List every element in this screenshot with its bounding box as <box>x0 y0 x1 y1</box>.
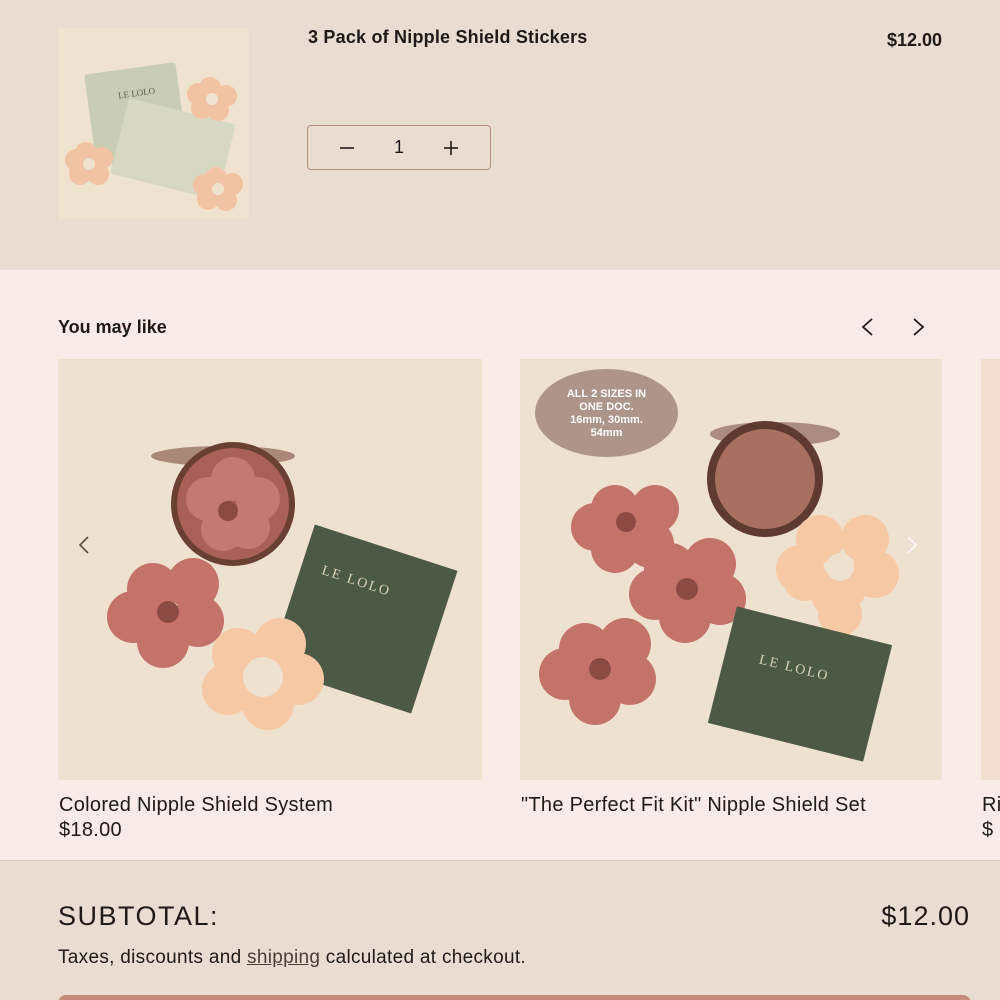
product-image[interactable] <box>981 359 1000 780</box>
product-name[interactable]: Colored Nipple Shield System <box>59 791 333 819</box>
product-name[interactable]: "The Perfect Fit Kit" Nipple Shield Set <box>521 791 941 819</box>
product-card[interactable]: Ri $ <box>981 359 1000 841</box>
plus-icon <box>443 140 458 155</box>
product-thumbnail[interactable]: LE LOLO <box>58 28 249 219</box>
product-image[interactable]: LE LOLO <box>58 359 482 780</box>
shipping-link[interactable]: shipping <box>247 947 320 968</box>
product-badge: ALL 2 SIZES IN ONE DOC. 16mm, 30mm. 54mm <box>535 369 678 457</box>
checkout-button[interactable] <box>58 995 971 1000</box>
subtotal-value: $12.00 <box>881 901 970 931</box>
product-card[interactable]: LE LOLO ALL 2 SIZES IN ONE DOC. 16mm, 30… <box>520 359 942 816</box>
product-card[interactable]: LE LOLO Colored Nipple Shield System $18… <box>58 359 482 841</box>
tax-note: Taxes, discounts and shipping calculated… <box>58 947 526 969</box>
chevron-left-icon <box>861 318 873 336</box>
tax-note-text: calculated at checkout. <box>320 947 526 968</box>
badge-line: ONE DOC. <box>579 401 634 413</box>
decrease-quantity-button[interactable] <box>336 137 358 159</box>
minus-icon <box>340 146 354 149</box>
recommendations-section: You may like LE LOLO Colored Nipple Shie… <box>0 270 1000 860</box>
product-photo <box>58 359 482 780</box>
subtotal-label: SUBTOTAL: <box>58 901 220 931</box>
badge-line: ALL 2 SIZES IN <box>566 388 647 400</box>
cart-item-price: $12.00 <box>886 30 942 50</box>
quantity-stepper: 1 <box>307 125 491 170</box>
image-next-icon[interactable] <box>900 533 924 557</box>
product-image[interactable]: LE LOLO ALL 2 SIZES IN ONE DOC. 16mm, 30… <box>520 359 942 780</box>
chevron-right-icon <box>913 318 925 336</box>
increase-quantity-button[interactable] <box>440 137 462 159</box>
badge-line: 16mm, 30mm. <box>570 414 643 426</box>
product-name[interactable]: Ri <box>982 791 1000 819</box>
carousel-previous-button[interactable] <box>856 315 880 339</box>
recommendations-title: You may like <box>58 317 167 337</box>
carousel-next-button[interactable] <box>906 315 930 339</box>
badge-line: 54mm <box>590 427 623 439</box>
product-price: $ <box>982 819 994 841</box>
quantity-value[interactable]: 1 <box>394 137 404 158</box>
product-thumbnail-image <box>58 28 249 219</box>
product-price: $18.00 <box>59 819 122 841</box>
cart-line-item: LE LOLO 3 Pack of Nipple Shield Stickers… <box>0 0 1000 270</box>
cart-summary: SUBTOTAL: $12.00 Taxes, discounts and sh… <box>0 860 1000 1000</box>
cart-item-title[interactable]: 3 Pack of Nipple Shield Stickers <box>308 27 588 48</box>
tax-note-text: Taxes, discounts and <box>58 947 248 968</box>
image-previous-icon[interactable] <box>72 533 96 557</box>
